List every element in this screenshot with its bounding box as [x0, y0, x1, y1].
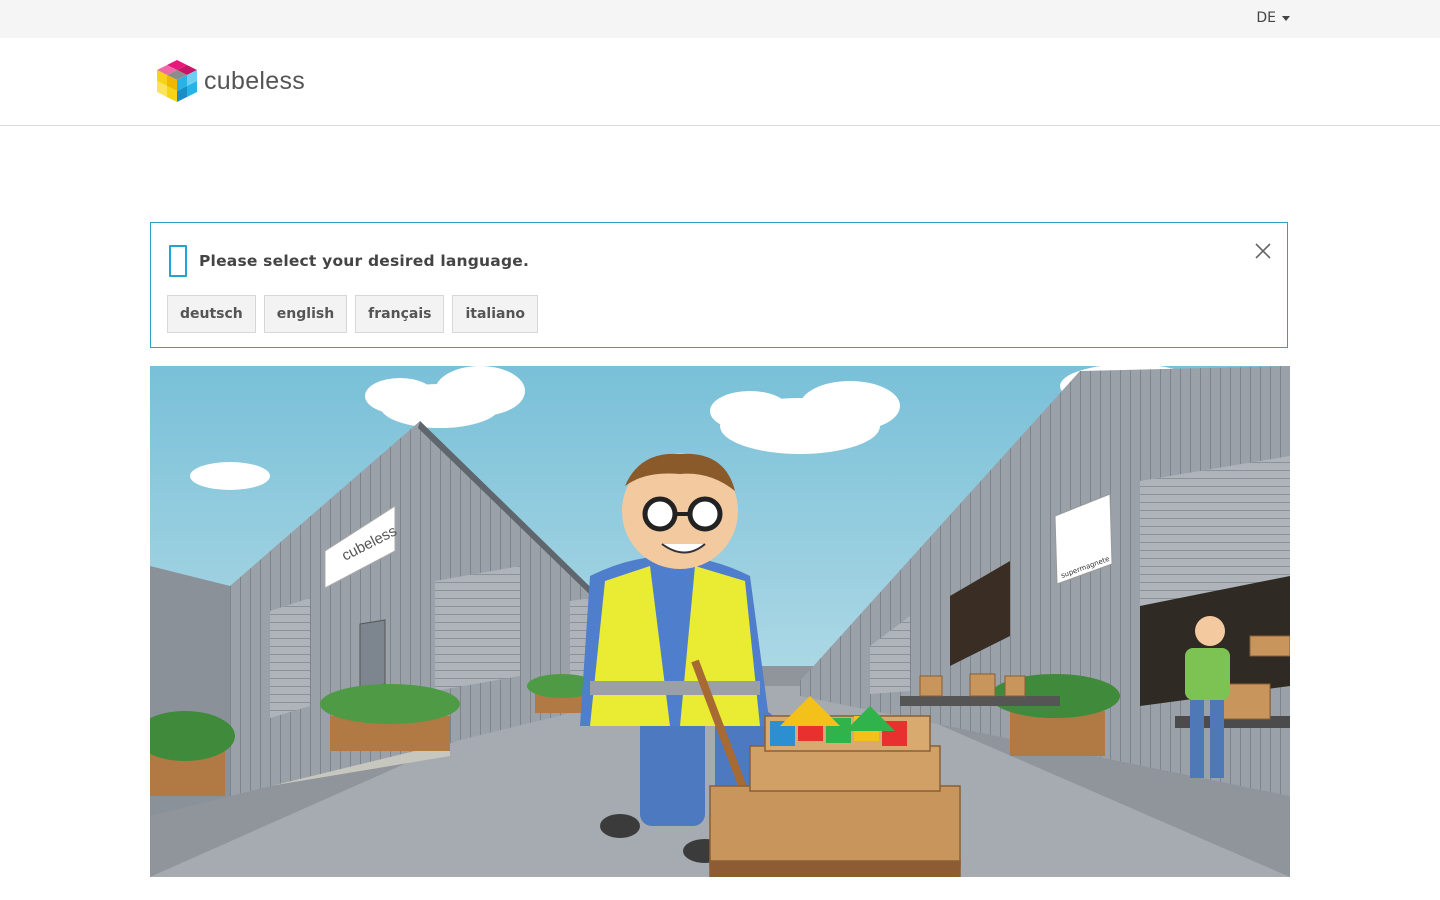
info-icon: [169, 245, 187, 277]
language-dropdown-label: DE: [1256, 10, 1276, 26]
cube-logo-icon: [157, 60, 197, 102]
logo-text: cubeless: [204, 66, 306, 95]
language-button-francais[interactable]: français: [355, 295, 445, 333]
language-button-deutsch[interactable]: deutsch: [167, 295, 256, 333]
language-button-group: deutsch english français italiano: [167, 295, 539, 333]
warehouse-illustration: cubeless supermagnete: [150, 366, 1290, 877]
close-alert-button[interactable]: [1253, 241, 1273, 261]
caret-down-icon: [1282, 15, 1290, 21]
language-dropdown[interactable]: DE: [1256, 10, 1290, 26]
site-header: cubeless: [0, 38, 1440, 126]
language-button-italiano[interactable]: italiano: [452, 295, 539, 333]
close-icon: [1255, 243, 1271, 259]
language-button-english[interactable]: english: [263, 295, 348, 333]
top-bar: DE: [0, 0, 1440, 38]
hero-illustration: cubeless supermagnete: [150, 366, 1290, 877]
logo-link[interactable]: cubeless: [156, 58, 305, 104]
alert-message: Please select your desired language.: [199, 252, 530, 270]
language-alert: Please select your desired language. deu…: [150, 222, 1288, 348]
